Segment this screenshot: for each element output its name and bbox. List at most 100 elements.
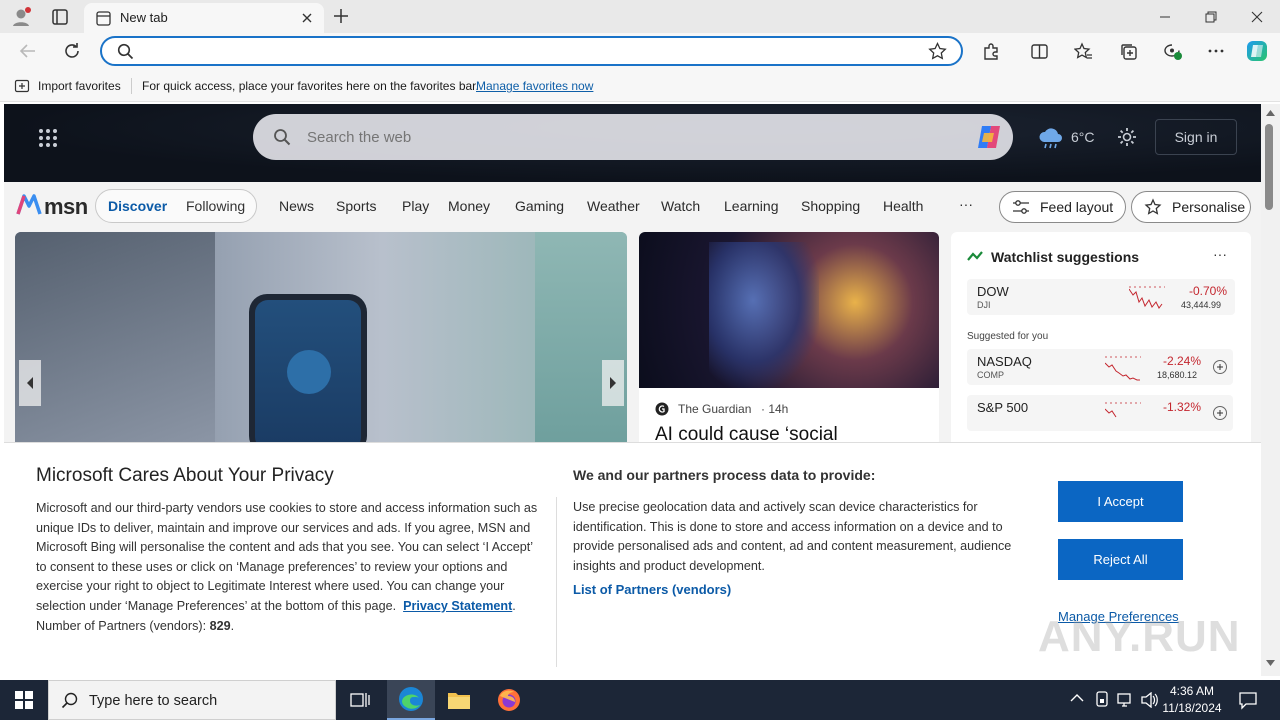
stock-name: S&P 500: [977, 400, 1029, 415]
scroll-thumb[interactable]: [1265, 124, 1273, 210]
web-search-input[interactable]: [307, 127, 907, 147]
stock-name: DOW: [977, 284, 1009, 299]
page-scrollbar[interactable]: [1261, 104, 1280, 676]
stock-trend-icon: [967, 250, 983, 262]
taskbar-search-placeholder: Type here to search: [89, 693, 218, 709]
address-input[interactable]: [142, 42, 902, 62]
privacy-statement-link[interactable]: Privacy Statement: [403, 599, 512, 613]
device-icon[interactable]: [1094, 691, 1110, 709]
browser-toolbar: [0, 33, 1280, 70]
collections-icon[interactable]: [1116, 39, 1140, 63]
accept-button[interactable]: I Accept: [1058, 481, 1183, 522]
restore-button[interactable]: [1188, 0, 1234, 33]
tab-new-tab[interactable]: New tab: [84, 3, 324, 33]
clock-date: 11/18/2024: [1162, 701, 1222, 715]
volume-icon[interactable]: [1141, 692, 1159, 708]
split-screen-icon[interactable]: [1027, 39, 1051, 63]
new-tab-page-icon: [96, 11, 111, 26]
profile-icon[interactable]: [10, 6, 32, 28]
hero-background-right: [535, 232, 627, 447]
stock-price: 18,680.12: [1157, 370, 1198, 380]
nav-watch[interactable]: Watch: [661, 198, 700, 214]
settings-gear-icon[interactable]: [1116, 126, 1138, 148]
more-options-icon[interactable]: [1204, 39, 1228, 63]
sliders-icon: [1012, 199, 1030, 215]
sparkline: [1105, 401, 1141, 427]
refresh-icon[interactable]: [60, 39, 84, 63]
privacy-body-text: Microsoft and our third-party vendors us…: [36, 501, 538, 613]
nav-health[interactable]: Health: [883, 198, 923, 214]
tray-chevron-icon[interactable]: [1070, 693, 1084, 703]
nav-shopping[interactable]: Shopping: [801, 198, 860, 214]
edge-taskbar-icon[interactable]: [387, 680, 435, 720]
watchlist-more-icon[interactable]: ···: [1213, 246, 1227, 262]
task-view-icon[interactable]: [336, 680, 384, 720]
hero-card[interactable]: [15, 232, 627, 447]
scroll-up-icon[interactable]: [1266, 110, 1275, 116]
add-to-watchlist-icon[interactable]: [1213, 360, 1227, 374]
close-tab-icon[interactable]: [300, 11, 314, 25]
system-clock[interactable]: 4:36 AM 11/18/2024: [1158, 683, 1226, 717]
new-tab-button[interactable]: [331, 6, 351, 26]
address-bar[interactable]: [100, 36, 963, 66]
web-search-box[interactable]: [253, 114, 1013, 160]
nav-gaming[interactable]: Gaming: [515, 198, 564, 214]
notifications-icon[interactable]: [1238, 690, 1258, 710]
taskbar-search-box[interactable]: Type here to search: [48, 680, 336, 720]
watchlist-title: Watchlist suggestions: [991, 249, 1140, 265]
stock-change: -1.32%: [1163, 400, 1202, 414]
watchlist-row-sp500[interactable]: S&P 500 -1.32%: [967, 395, 1233, 431]
sign-in-button[interactable]: Sign in: [1155, 119, 1237, 155]
favorites-icon[interactable]: [1071, 39, 1095, 63]
firefox-icon[interactable]: [485, 680, 533, 720]
favorite-star-icon[interactable]: [928, 42, 947, 61]
nav-money[interactable]: Money: [448, 198, 490, 214]
nav-play[interactable]: Play: [402, 198, 429, 214]
nav-more[interactable]: ···: [959, 196, 973, 212]
watchlist-row-nasdaq[interactable]: NASDAQ COMP -2.24% 18,680.12: [967, 349, 1233, 385]
add-to-watchlist-icon[interactable]: [1213, 406, 1227, 420]
hero-background: [15, 232, 215, 447]
personalise-button[interactable]: Personalise: [1131, 191, 1251, 223]
carousel-prev-button[interactable]: [19, 360, 41, 406]
copilot-icon[interactable]: [1245, 39, 1269, 63]
carousel-next-button[interactable]: [602, 360, 624, 406]
extensions-icon[interactable]: [979, 39, 1003, 63]
search-icon: [117, 43, 134, 60]
reject-all-button[interactable]: Reject All: [1058, 539, 1183, 580]
nav-news[interactable]: News: [279, 198, 314, 214]
nav-learning[interactable]: Learning: [724, 198, 779, 214]
file-explorer-icon[interactable]: [435, 680, 483, 720]
tab-discover[interactable]: Discover: [108, 198, 167, 214]
partners-list-link[interactable]: List of Partners (vendors): [573, 582, 731, 597]
personalise-label: Personalise: [1172, 199, 1246, 215]
msn-nav: msn Discover Following News Sports Play …: [4, 182, 1261, 232]
msn-logo-icon[interactable]: [16, 192, 42, 218]
import-favorites-icon[interactable]: [14, 78, 30, 94]
news-card[interactable]: The Guardian · 14h AI could cause ‘socia…: [639, 232, 939, 447]
tab-actions-icon[interactable]: [50, 7, 70, 27]
guardian-logo-icon: [655, 402, 669, 416]
anyrun-watermark: ANY.RUN: [1038, 612, 1241, 661]
minimize-button[interactable]: [1142, 0, 1188, 33]
back-icon[interactable]: [16, 39, 40, 63]
nav-sports[interactable]: Sports: [336, 198, 376, 214]
stock-code: DJI: [977, 300, 991, 310]
personalise-icon: [1144, 198, 1162, 216]
scroll-down-icon[interactable]: [1266, 660, 1275, 666]
network-icon[interactable]: [1117, 692, 1135, 708]
manage-favorites-link[interactable]: Manage favorites now: [476, 79, 593, 93]
nav-weather[interactable]: Weather: [587, 198, 640, 214]
search-icon: [273, 128, 291, 146]
import-favorites-button[interactable]: Import favorites: [38, 79, 121, 93]
feed-layout-button[interactable]: Feed layout: [999, 191, 1126, 223]
tab-following[interactable]: Following: [186, 198, 245, 214]
browser-essentials-icon[interactable]: [1160, 39, 1184, 63]
copilot-search-icon[interactable]: [973, 121, 1005, 153]
weather-icon[interactable]: [1037, 126, 1065, 150]
close-window-button[interactable]: [1234, 0, 1280, 33]
watchlist-row-dow[interactable]: DOW DJI -0.70% 43,444.99: [967, 279, 1235, 315]
discover-following-toggle: Discover Following: [95, 189, 257, 223]
apps-grid-icon[interactable]: [38, 128, 58, 148]
start-button[interactable]: [0, 680, 48, 720]
